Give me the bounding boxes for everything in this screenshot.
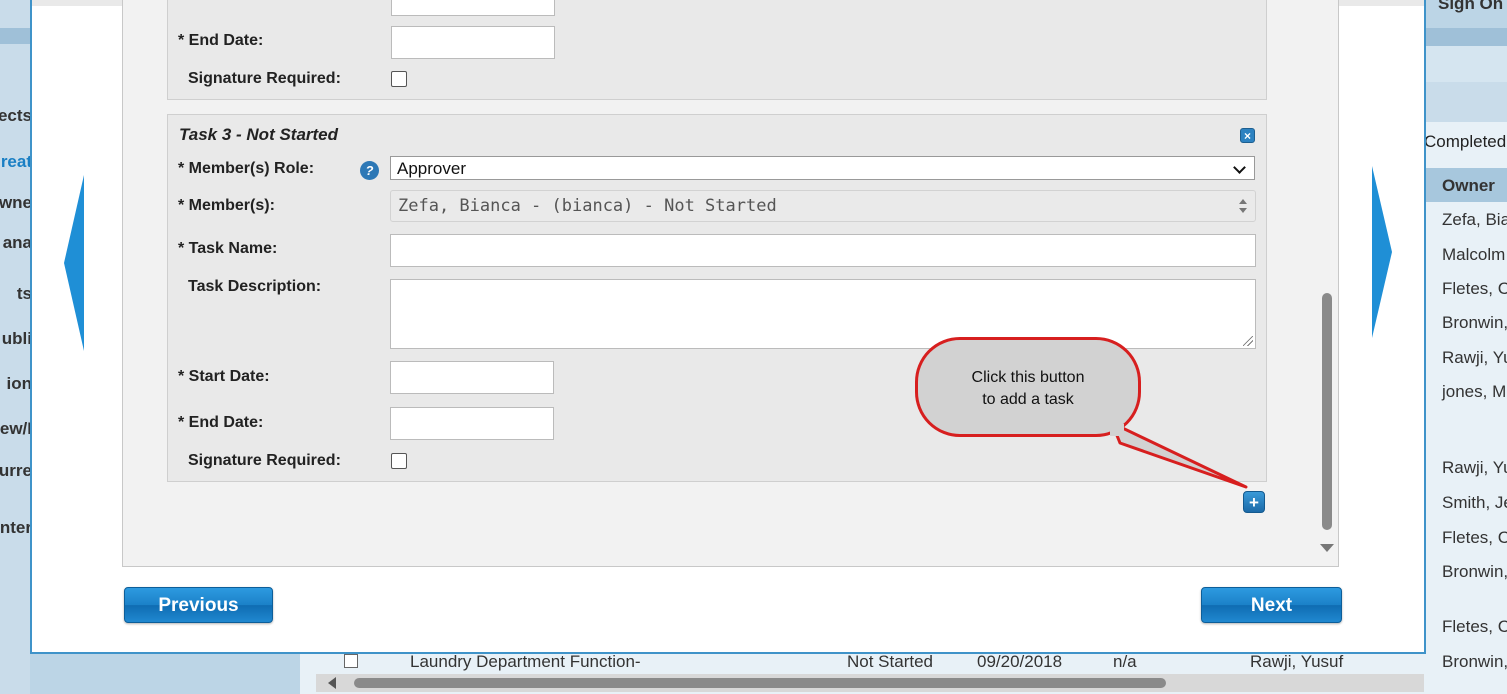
background-right-table: Sign On Completed Owner Zefa, Bia Malcol… [1424, 0, 1507, 694]
member-role-select[interactable]: Approver [390, 156, 1255, 180]
vertical-scroll-thumb[interactable] [1322, 293, 1332, 530]
callout-line-1: Click this button [971, 369, 1085, 386]
end-date-input[interactable] [390, 407, 554, 440]
task-2-signature-label: Signature Required: [188, 70, 341, 87]
bg-nav-item: wne [0, 193, 32, 212]
bg-band [1424, 28, 1507, 46]
row-checkbox [344, 654, 358, 668]
chevron-down-icon [1233, 161, 1246, 174]
callout-line-2: to add a task [982, 391, 1074, 408]
owner-cell: Bronwin, [1442, 562, 1507, 581]
bg-nav-item: urre [0, 461, 32, 480]
background-left-bar [0, 28, 30, 44]
member-role-label: * Member(s) Role: [178, 160, 315, 177]
horizontal-scrollbar[interactable] [316, 674, 1424, 692]
horizontal-scroll-thumb[interactable] [354, 678, 1166, 688]
bg-nav-item: ects [0, 106, 32, 125]
members-value: Zefa, Bianca - (bianca) - Not Started [398, 196, 777, 216]
callout-joint [1110, 424, 1124, 436]
task-description-label: Task Description: [188, 278, 322, 295]
workflow-modal: * End Date: Signature Required: Task 3 -… [30, 0, 1426, 654]
task-2-start-date-input[interactable] [391, 0, 555, 16]
owner-cell: Fletes, C [1442, 617, 1507, 636]
callout-bubble: Click this button to add a task [915, 337, 1141, 437]
next-arrow-icon[interactable] [1372, 166, 1392, 338]
owner-cell: Zefa, Bia [1442, 210, 1507, 229]
row-date: 09/20/2018 [977, 654, 1063, 671]
row-owner: Rawji, Yusuf [1250, 654, 1344, 671]
end-date-label: * End Date: [178, 414, 264, 431]
bg-nav-item: ts [16, 284, 32, 303]
sign-on-link: Sign On [1438, 0, 1504, 13]
scroll-left-arrow-icon[interactable] [328, 677, 336, 689]
close-task-icon[interactable]: × [1240, 128, 1255, 143]
task-name-label: * Task Name: [178, 240, 278, 257]
member-role-value: Approver [397, 159, 466, 178]
bg-nav-item: ion [6, 374, 33, 393]
bg-nav-item: ana [2, 233, 32, 252]
members-select[interactable]: Zefa, Bianca - (bianca) - Not Started [390, 190, 1256, 222]
resize-grip-icon[interactable] [1243, 336, 1253, 346]
owner-cell: Smith, Je [1442, 493, 1507, 512]
members-label: * Member(s): [178, 197, 275, 214]
row-value: n/a [1113, 654, 1137, 671]
owner-cell: Rawji, Yu [1442, 348, 1507, 367]
background-left-nav: ects reat wne ana ts ubli ion ew/I urre … [0, 0, 33, 694]
bg-nav-item: nter [0, 518, 32, 537]
scroll-down-arrow-icon[interactable] [1320, 544, 1334, 552]
signature-required-checkbox[interactable] [391, 453, 407, 469]
bg-nav-item: ubli [1, 329, 32, 348]
task-description-textarea[interactable] [390, 279, 1256, 349]
previous-button[interactable]: Previous [124, 587, 273, 623]
help-icon[interactable]: ? [360, 161, 379, 180]
owner-cell: Rawji, Yu [1442, 458, 1507, 477]
task-2-end-date-input[interactable] [391, 26, 555, 59]
background-bottom-row: Laundry Department Function- Not Started… [300, 654, 1424, 694]
task-2-end-date-label: * End Date: [178, 32, 264, 49]
owner-cell: Malcolm [1442, 245, 1506, 264]
owner-cell: Bronwin, [1442, 313, 1507, 332]
bg-band [1424, 46, 1507, 82]
row-status: Not Started [847, 654, 933, 671]
signature-required-label: Signature Required: [188, 452, 341, 469]
start-date-label: * Start Date: [178, 368, 270, 385]
bg-nav-item: ew/I [0, 419, 32, 438]
bg-nav-item-active: reat [0, 152, 32, 171]
owner-cell: Bronwin, [1442, 652, 1507, 671]
owner-cell: Fletes, C [1442, 528, 1507, 547]
table-row: Laundry Department Function- Not Started… [316, 654, 1424, 671]
next-button[interactable]: Next [1201, 587, 1342, 623]
task-2-section: * End Date: Signature Required: [167, 0, 1267, 100]
bg-band [1424, 82, 1507, 122]
owner-column-header: Owner [1424, 168, 1507, 202]
owner-cell: Fletes, C [1442, 279, 1507, 298]
start-date-input[interactable] [390, 361, 554, 394]
previous-arrow-icon[interactable] [64, 175, 84, 351]
sort-updown-icon [1239, 199, 1247, 213]
row-title: Laundry Department Function- [410, 654, 641, 671]
completed-tab: Completed [1424, 125, 1507, 165]
task-3-title: Task 3 - Not Started [179, 125, 339, 144]
task-2-signature-checkbox[interactable] [391, 71, 407, 87]
owner-cell: jones, M [1442, 382, 1507, 401]
task-name-input[interactable] [390, 234, 1256, 267]
